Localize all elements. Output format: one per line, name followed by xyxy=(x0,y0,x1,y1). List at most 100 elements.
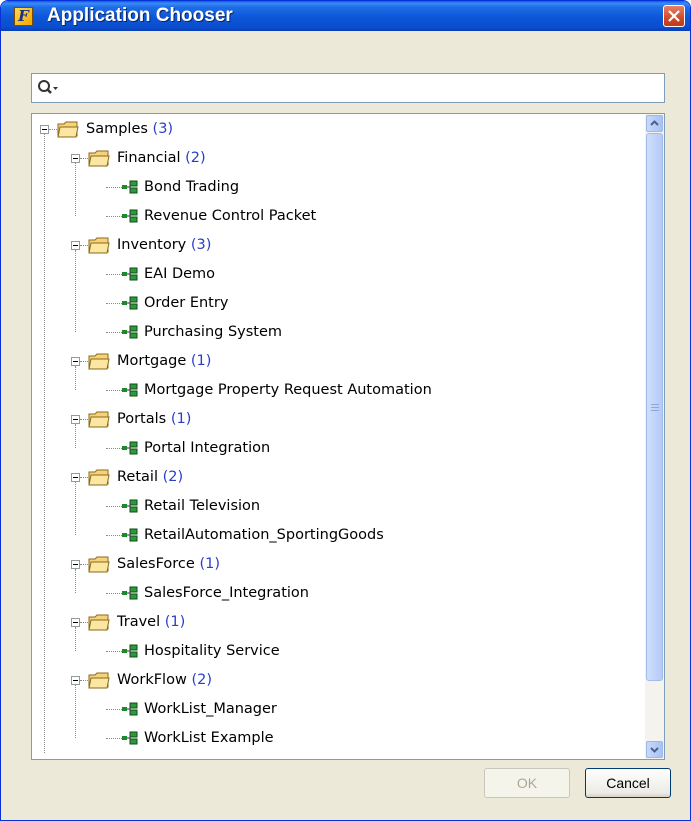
tree-connector xyxy=(106,332,122,333)
application-item[interactable]: Bond Trading xyxy=(32,173,644,202)
folder-node[interactable]: Retail (2) xyxy=(32,463,644,492)
collapse-toggle-icon[interactable] xyxy=(71,415,80,424)
item-count: (3) xyxy=(152,121,174,137)
folder-name: Mortgage xyxy=(117,353,187,369)
tree-connector xyxy=(80,477,88,478)
application-item[interactable]: Retail Television xyxy=(32,492,644,521)
collapse-toggle-icon[interactable] xyxy=(71,560,80,569)
folder-node[interactable]: SalesForce (1) xyxy=(32,550,644,579)
folder-label: SalesForce (1) xyxy=(117,555,220,573)
tree-connector xyxy=(106,448,122,449)
title-bar[interactable]: F Application Chooser xyxy=(1,1,690,31)
application-label: Revenue Control Packet xyxy=(144,208,317,224)
item-count: (3) xyxy=(190,237,212,253)
application-label: RetailAutomation_SportingGoods xyxy=(144,527,384,543)
item-count: (1) xyxy=(199,556,220,572)
tree-connector xyxy=(106,506,122,507)
vertical-scrollbar[interactable] xyxy=(645,114,664,759)
tree-connector xyxy=(106,390,122,391)
tree-connector xyxy=(75,482,76,535)
application-label: Purchasing System xyxy=(144,324,283,340)
collapse-toggle-icon[interactable] xyxy=(71,676,80,685)
folder-icon xyxy=(57,119,79,139)
tree-connector xyxy=(75,250,76,332)
tree-connector xyxy=(49,129,57,130)
chevron-up-icon xyxy=(650,120,659,126)
application-item[interactable]: Hospitality Service xyxy=(32,637,644,666)
folder-icon xyxy=(88,235,110,255)
folder-icon xyxy=(88,554,110,574)
tree-connector xyxy=(80,419,88,420)
tree-connector xyxy=(75,569,76,593)
application-icon xyxy=(121,296,139,310)
scroll-thumb[interactable] xyxy=(646,133,663,681)
folder-node[interactable]: WorkFlow (2) xyxy=(32,666,644,695)
search-input[interactable] xyxy=(66,78,660,100)
tree-connector xyxy=(80,680,88,681)
application-item[interactable]: WorkList_Manager xyxy=(32,695,644,724)
scroll-down-button[interactable] xyxy=(646,741,663,758)
application-icon xyxy=(121,731,139,745)
search-icon[interactable] xyxy=(37,79,59,97)
collapse-toggle-icon[interactable] xyxy=(71,154,80,163)
application-label: Mortgage Property Request Automation xyxy=(144,382,432,398)
ok-button[interactable]: OK xyxy=(484,768,570,798)
collapse-toggle-icon[interactable] xyxy=(71,618,80,627)
tree-connector xyxy=(75,685,76,738)
scroll-up-button[interactable] xyxy=(646,115,663,132)
folder-icon xyxy=(88,670,110,690)
application-icon xyxy=(121,528,139,542)
application-label: WorkList Example xyxy=(144,730,274,746)
folder-name: Samples xyxy=(86,121,148,137)
application-item[interactable]: Portal Integration xyxy=(32,434,644,463)
folder-node[interactable]: Travel (1) xyxy=(32,608,644,637)
folder-label: WorkFlow (2) xyxy=(117,671,212,689)
application-icon xyxy=(121,702,139,716)
folder-node[interactable]: Financial (2) xyxy=(32,144,644,173)
collapse-toggle-icon[interactable] xyxy=(71,473,80,482)
application-item[interactable]: EAI Demo xyxy=(32,260,644,289)
tree-root-node[interactable]: Samples (3) xyxy=(32,115,644,144)
folder-node[interactable]: Portals (1) xyxy=(32,405,644,434)
folder-label: Travel (1) xyxy=(117,613,185,631)
folder-label: Mortgage (1) xyxy=(117,352,211,370)
application-item[interactable]: Order Entry xyxy=(32,289,644,318)
tree-connector xyxy=(44,134,45,753)
application-icon xyxy=(121,441,139,455)
application-label: Order Entry xyxy=(144,295,229,311)
application-item[interactable]: RetailAutomation_SportingGoods xyxy=(32,521,644,550)
item-count: (2) xyxy=(191,672,212,688)
application-item[interactable]: WorkList Example xyxy=(32,724,644,753)
folder-label: Inventory (3) xyxy=(117,236,211,254)
folder-name: SalesForce xyxy=(117,556,195,572)
tree-connector xyxy=(106,216,122,217)
application-icon xyxy=(121,209,139,223)
application-chooser-dialog: F Application Chooser Samples (3) Financi… xyxy=(0,0,691,821)
collapse-toggle-icon[interactable] xyxy=(40,125,49,134)
folder-node[interactable]: Inventory (3) xyxy=(32,231,644,260)
search-box[interactable] xyxy=(31,73,665,103)
folder-icon xyxy=(88,351,110,371)
folder-node[interactable]: Mortgage (1) xyxy=(32,347,644,376)
close-button[interactable] xyxy=(663,5,685,27)
application-item[interactable]: Mortgage Property Request Automation xyxy=(32,376,644,405)
tree-connector xyxy=(106,303,122,304)
collapse-toggle-icon[interactable] xyxy=(71,241,80,250)
app-logo-icon: F xyxy=(14,7,33,26)
collapse-toggle-icon[interactable] xyxy=(71,357,80,366)
application-item[interactable]: Revenue Control Packet xyxy=(32,202,644,231)
tree-connector xyxy=(75,424,76,448)
chevron-down-icon xyxy=(650,747,659,753)
cancel-button[interactable]: Cancel xyxy=(585,768,671,798)
application-item[interactable]: SalesForce_Integration xyxy=(32,579,644,608)
application-icon xyxy=(121,267,139,281)
folder-label: Financial (2) xyxy=(117,149,206,167)
application-icon xyxy=(121,180,139,194)
application-item[interactable]: Purchasing System xyxy=(32,318,644,347)
application-label: EAI Demo xyxy=(144,266,216,282)
application-label: Bond Trading xyxy=(144,179,240,195)
application-label: Hospitality Service xyxy=(144,643,280,659)
tree-connector xyxy=(80,245,88,246)
tree-connector xyxy=(106,274,122,275)
application-label: SalesForce_Integration xyxy=(144,585,309,601)
